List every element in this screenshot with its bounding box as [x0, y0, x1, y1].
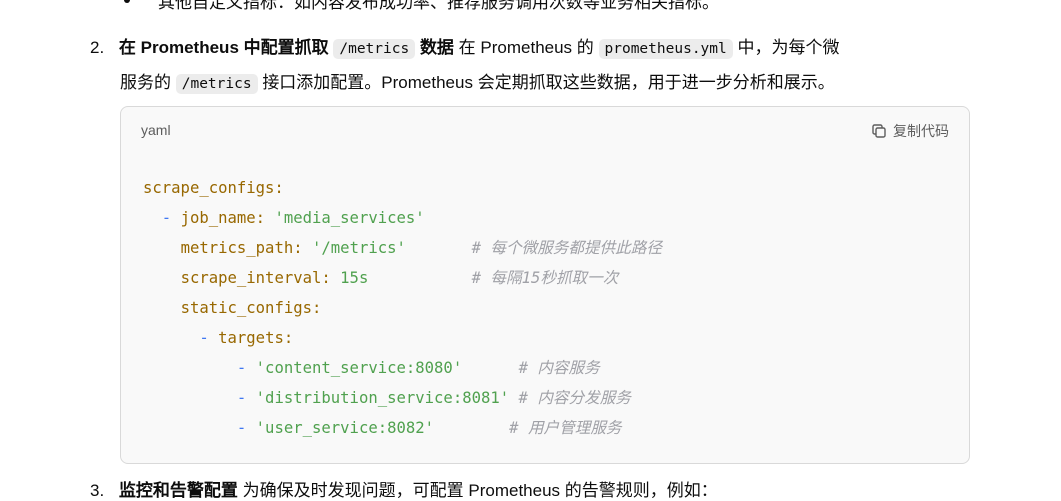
code-line: - job_name: 'media_services' [143, 203, 662, 233]
bold-text: 监控和告警配置 [118, 481, 238, 500]
previous-bullet: 其他自定义指标：如内容发布成功率、推荐服务调用次数等业务相关指标。 [124, 0, 719, 13]
bullet-text: ：如内容发布成功率、推荐服务调用次数等业务相关指标。 [277, 0, 719, 12]
list-item-2-line1: 2. 在 Prometheus 中配置抓取 /metrics 数据 在 Prom… [90, 33, 840, 59]
text: 在 Prometheus 的 [458, 38, 594, 57]
code-token: static_configs: [180, 299, 322, 317]
text: 接口添加配置。Prometheus 会定期抓取这些数据，用于进一步分析和展示。 [262, 73, 835, 92]
code-token: '/metrics' [312, 239, 406, 257]
code-token: scrape_interval: [180, 269, 331, 287]
code-token: 'media_services' [274, 209, 425, 227]
code-token: - [161, 209, 172, 227]
code-token: scrape_configs: [143, 179, 284, 197]
code-content: scrape_configs: - job_name: 'media_servi… [143, 173, 662, 443]
inline-code: /metrics [333, 39, 416, 59]
code-line: - 'content_service:8080' # 内容服务 [143, 353, 662, 383]
list-item-3: 3. 监控和告警配置 为确保及时发现问题，可配置 Prometheus 的告警规… [90, 476, 718, 501]
code-line: scrape_configs: [143, 173, 662, 203]
code-token: # 每个微服务都提供此路径 [471, 239, 662, 257]
code-token: # 用户管理服务 [509, 419, 622, 437]
text: 服务的 [120, 73, 171, 92]
code-token: - [199, 329, 209, 347]
code-token: - [236, 419, 247, 437]
code-token: 'content_service:8080' [255, 359, 463, 377]
list-item-2-line2: 服务的 /metrics 接口添加配置。Prometheus 会定期抓取这些数据… [120, 68, 835, 94]
bold-text: 在 Prometheus 中配置抓取 [118, 38, 329, 57]
code-line: - targets: [143, 323, 662, 353]
code-token: metrics_path: [180, 239, 303, 257]
code-line: static_configs: [143, 293, 662, 323]
code-line: scrape_interval: 15s # 每隔15秒抓取一次 [143, 263, 662, 293]
code-token: - [236, 389, 247, 407]
copy-label: 复制代码 [893, 123, 949, 139]
copy-icon [872, 124, 886, 138]
bullet-bold: 其他自定义指标 [158, 0, 277, 12]
list-number: 3. [90, 481, 105, 500]
text: 为确保及时发现问题，可配置 Prometheus 的告警规则，例如： [242, 481, 718, 500]
code-token: 'distribution_service:8081' [255, 389, 510, 407]
code-token: # 内容服务 [518, 359, 600, 377]
inline-code: prometheus.yml [598, 39, 733, 59]
copy-code-button[interactable]: 复制代码 [871, 121, 949, 141]
code-block: yaml 复制代码 scrape_configs: - job_name: 'm… [120, 106, 970, 464]
bullet-dot [124, 0, 130, 3]
code-token: job_name: [180, 209, 266, 227]
code-line: - 'user_service:8082' # 用户管理服务 [143, 413, 662, 443]
bold-text: 数据 [419, 38, 454, 57]
text: 中，为每个微 [737, 38, 840, 57]
code-line: metrics_path: '/metrics' # 每个微服务都提供此路径 [143, 233, 662, 263]
code-language: yaml [141, 122, 171, 138]
code-token: # 内容分发服务 [518, 389, 631, 407]
code-token: 15s [340, 269, 369, 287]
inline-code: /metrics [175, 74, 258, 94]
code-token: # 每隔15秒抓取一次 [471, 269, 619, 287]
list-number: 2. [90, 38, 105, 57]
code-line: - 'distribution_service:8081' # 内容分发服务 [143, 383, 662, 413]
code-token: targets: [218, 329, 294, 347]
code-token: - [236, 359, 247, 377]
code-token: 'user_service:8082' [255, 419, 435, 437]
